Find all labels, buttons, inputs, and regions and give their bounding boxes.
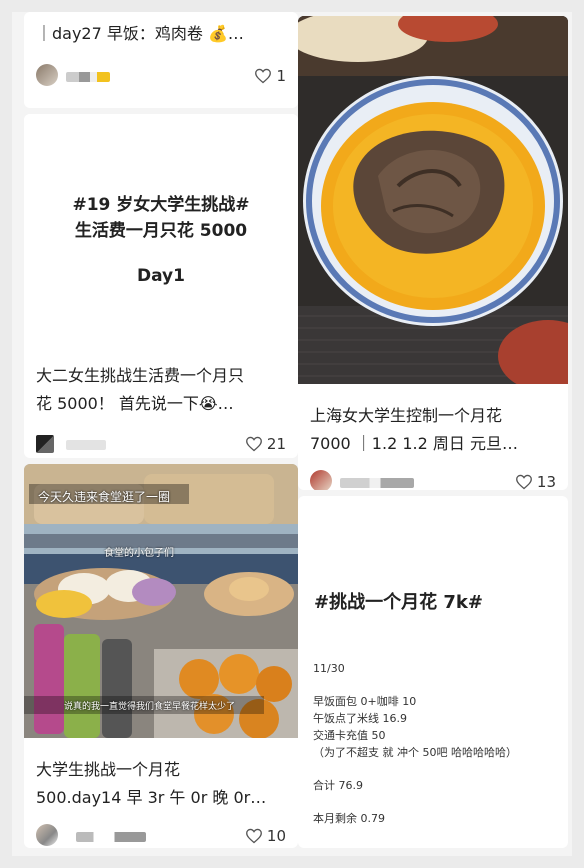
author-name-blurred[interactable] bbox=[76, 832, 146, 842]
post-meta: 13 bbox=[310, 470, 556, 490]
heart-outline-icon bbox=[515, 474, 532, 490]
overlay-caption-top: 今天久违来食堂逛了一圈 bbox=[38, 490, 171, 504]
author-name-blurred[interactable] bbox=[66, 440, 106, 450]
cover-day: Day1 bbox=[137, 266, 185, 286]
like-button[interactable]: 21 bbox=[245, 432, 286, 456]
post-card[interactable]: #挑战一个月花 7k# 11/30 早饭面包 0+咖啡 10 午饭点了米线 16… bbox=[298, 496, 568, 848]
post-title-line2: 500.day14 早 3r 午 0r 晚 0r… bbox=[36, 788, 267, 807]
note-total: 合计 76.9 bbox=[313, 779, 363, 792]
post-meta: 10 bbox=[36, 824, 286, 848]
heart-outline-icon bbox=[245, 436, 262, 452]
note-line: （为了不超支 就 冲个 50吧 哈哈哈哈哈） bbox=[313, 746, 517, 759]
cover-hashtag: #19 岁女大学生挑战# bbox=[72, 195, 250, 215]
like-button[interactable]: 13 bbox=[515, 470, 556, 490]
cover-heading: #挑战一个月花 7k# bbox=[314, 592, 483, 613]
post-meta: 21 bbox=[36, 432, 286, 456]
post-title: ｜day27 早饭：鸡肉卷 💰… bbox=[36, 24, 244, 43]
author-name-blurred[interactable] bbox=[340, 478, 414, 488]
note-date: 11/30 bbox=[313, 662, 345, 675]
post-title-line1: 上海女大学生控制一个月花 bbox=[310, 406, 503, 425]
note-line: 交通卡充值 50 bbox=[313, 729, 386, 742]
post-card[interactable]: #19 岁女大学生挑战# 生活费一月只花 5000 Day1 大二女生挑战生活费… bbox=[24, 114, 298, 458]
feed-grid: ｜day27 早饭：鸡肉卷 💰… 1 #19 岁女大学生挑战# 生活费一月只花 … bbox=[12, 12, 572, 856]
post-title-line1: 大学生挑战一个月花 bbox=[36, 760, 181, 779]
post-cover: #19 岁女大学生挑战# 生活费一月只花 5000 Day1 bbox=[24, 114, 298, 348]
like-count: 21 bbox=[266, 435, 286, 453]
post-card[interactable]: 上海女大学生控制一个月花 7000 ｜1.2 1.2 周日 元旦… 13 bbox=[298, 16, 568, 490]
heart-outline-icon bbox=[255, 68, 272, 84]
like-count: 13 bbox=[536, 473, 556, 490]
author-avatar[interactable] bbox=[36, 435, 54, 453]
author-avatar[interactable] bbox=[310, 470, 332, 490]
like-count: 10 bbox=[266, 827, 286, 845]
cover-line: 生活费一月只花 5000 bbox=[74, 221, 248, 241]
like-button[interactable]: 1 bbox=[254, 64, 286, 88]
author-name-blurred[interactable] bbox=[66, 72, 110, 82]
overlay-caption-bottom: 说真的我一直觉得我们食堂早餐花样太少了 bbox=[64, 702, 236, 712]
post-meta: 1 bbox=[36, 64, 286, 88]
post-title-line2: 7000 ｜1.2 1.2 周日 元旦… bbox=[310, 434, 518, 453]
post-card[interactable]: ｜day27 早饭：鸡肉卷 💰… 1 bbox=[24, 12, 298, 108]
author-avatar[interactable] bbox=[36, 64, 58, 86]
post-title-line2: 花 5000！ 首先说一下😭… bbox=[36, 394, 234, 413]
note-line: 早饭面包 0+咖啡 10 bbox=[313, 695, 417, 708]
post-title-line1: 大二女生挑战生活费一个月只 bbox=[36, 366, 245, 385]
like-button[interactable]: 10 bbox=[245, 824, 286, 848]
author-avatar[interactable] bbox=[36, 824, 58, 846]
overlay-caption-mid: 食堂的小包子们 bbox=[104, 548, 174, 559]
food-bowl-photo bbox=[298, 16, 568, 384]
like-count: 1 bbox=[276, 67, 286, 85]
note-remaining: 本月剩余 0.79 bbox=[313, 812, 385, 825]
post-cover-image: 今天久违来食堂逛了一圈 食堂的小包子们 说真的我一直觉得我们食堂早餐花样太少了 bbox=[24, 464, 298, 738]
heart-outline-icon bbox=[245, 828, 262, 844]
cafeteria-photo bbox=[24, 464, 298, 738]
note-line: 午饭点了米线 16.9 bbox=[313, 712, 407, 725]
post-card[interactable]: 今天久违来食堂逛了一圈 食堂的小包子们 说真的我一直觉得我们食堂早餐花样太少了 … bbox=[24, 464, 298, 848]
post-cover-image bbox=[298, 16, 568, 384]
